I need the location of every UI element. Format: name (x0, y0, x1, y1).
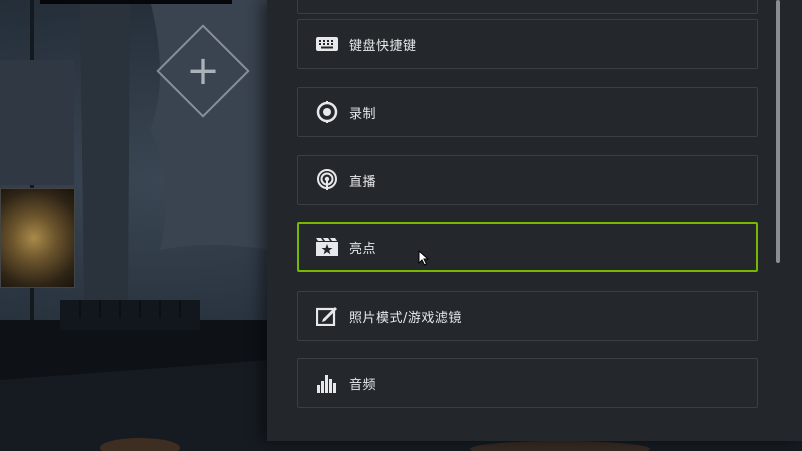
top-strip (40, 0, 232, 4)
menu-item-keyboard-shortcuts[interactable]: 键盘快捷键 (297, 19, 758, 69)
photo-mode-icon (315, 304, 339, 328)
mouse-cursor-icon (418, 249, 430, 270)
settings-panel: 键盘快捷键 录制 直播 亮点 照片模式/游戏滤镜 音频 (267, 0, 802, 441)
menu-item-broadcast[interactable]: 直播 (297, 155, 758, 205)
keyboard-icon (315, 32, 339, 56)
menu-item-label: 亮点 (349, 241, 377, 257)
menu-item-record[interactable]: 录制 (297, 87, 758, 137)
menu-item-label: 键盘快捷键 (349, 38, 417, 54)
menu-item-photo-mode[interactable]: 照片模式/游戏滤镜 (297, 291, 758, 341)
menu-item-partial[interactable] (297, 0, 758, 14)
menu-item-audio[interactable]: 音频 (297, 358, 758, 408)
menu-item-highlights[interactable]: 亮点 (297, 222, 758, 272)
scrollbar[interactable] (776, 0, 780, 263)
plus-icon[interactable]: + (178, 46, 228, 96)
audio-icon (315, 371, 339, 395)
scene-thumbnail (0, 188, 75, 288)
menu-item-label: 照片模式/游戏滤镜 (349, 310, 462, 326)
record-icon (315, 100, 339, 124)
menu-item-label: 直播 (349, 174, 377, 190)
menu-item-label: 音频 (349, 377, 377, 393)
highlights-icon (315, 235, 339, 259)
broadcast-icon (315, 168, 339, 192)
menu-item-label: 录制 (349, 106, 377, 122)
screen: + 键盘快捷键 录制 直播 亮点 照片模式/游戏滤镜 音频 (0, 0, 802, 451)
